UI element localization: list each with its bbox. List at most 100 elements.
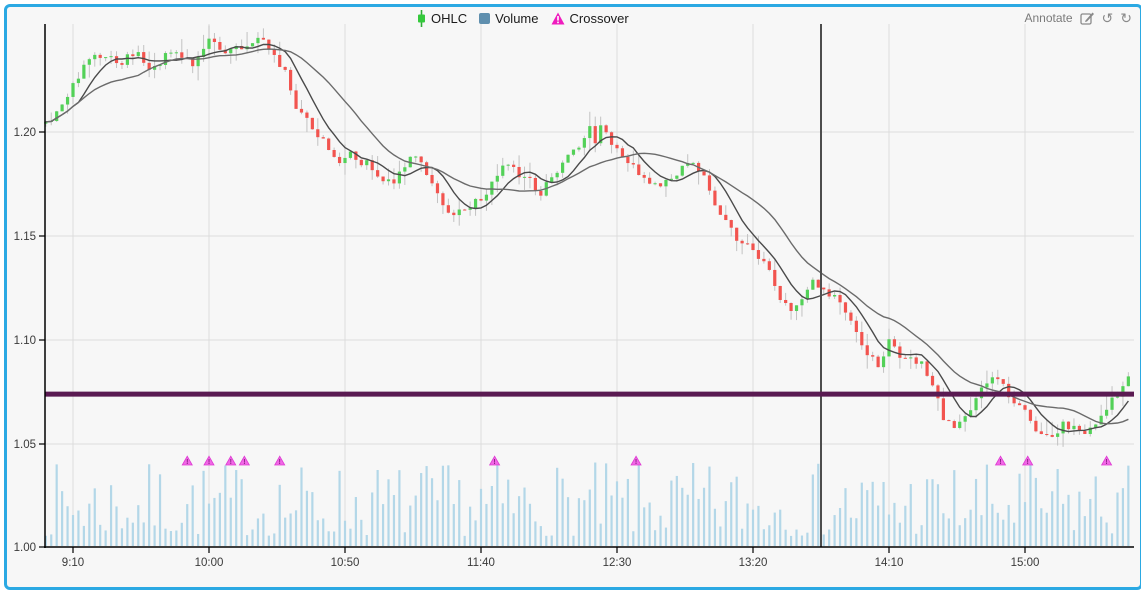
volume-bar — [404, 532, 406, 546]
candle-body — [920, 361, 923, 363]
volume-bar — [872, 482, 874, 546]
candle-body — [838, 295, 841, 302]
candle-body — [681, 166, 684, 176]
candle-body — [795, 305, 798, 311]
volume-bar — [235, 470, 237, 546]
crossover-marker-glyph: ! — [1105, 459, 1107, 466]
volume-bar — [578, 498, 580, 546]
crossover-marker-glyph: ! — [230, 459, 232, 466]
candle-body — [523, 177, 526, 178]
volume-bar — [643, 507, 645, 546]
x-axis-label: 9:10 — [62, 557, 84, 569]
volume-bar — [241, 479, 243, 546]
volume-bar — [959, 525, 961, 546]
candle-body — [615, 145, 618, 148]
candle-body — [849, 313, 852, 321]
candle-body — [349, 152, 352, 158]
volume-bar — [926, 479, 928, 546]
candle-body — [1040, 431, 1043, 434]
candle-body — [1067, 422, 1070, 430]
candle-body — [311, 118, 314, 129]
annotate-label: Annotate — [1024, 11, 1072, 25]
volume-bar — [360, 520, 362, 546]
candle-body — [88, 59, 91, 65]
crossover-marker-glyph: ! — [493, 459, 495, 466]
volume-bar — [589, 490, 591, 546]
warning-triangle-icon — [551, 12, 565, 25]
candle-body — [566, 155, 569, 163]
volume-bar — [1046, 513, 1048, 546]
volume-bar — [502, 503, 504, 546]
candle-body — [142, 52, 145, 63]
volume-bar — [1018, 474, 1020, 546]
volume-bar — [806, 533, 808, 546]
volume-bar — [1106, 523, 1108, 546]
volume-bar — [964, 518, 966, 546]
candle-body — [316, 129, 319, 137]
volume-bar — [882, 482, 884, 546]
volume-bar — [328, 531, 330, 546]
volume-bar — [409, 506, 411, 546]
volume-bar — [322, 518, 324, 546]
candle-body — [822, 288, 825, 290]
volume-bar — [632, 531, 634, 546]
candle-body — [539, 191, 542, 196]
volume-bar — [295, 510, 297, 546]
volume-bar — [986, 465, 988, 546]
crossover-marker-glyph: ! — [186, 459, 188, 466]
legend-item-crossover[interactable]: Crossover — [551, 11, 629, 26]
candle-body — [659, 183, 662, 186]
volume-bar — [801, 536, 803, 546]
candle-body — [1072, 426, 1075, 429]
volume-bar — [110, 485, 112, 546]
volume-bar — [306, 491, 308, 546]
volume-bar — [355, 497, 357, 546]
candle-body — [534, 178, 537, 191]
volume-bar — [1029, 463, 1031, 546]
candle-body — [789, 303, 792, 311]
undo-icon[interactable]: ↺ — [1102, 11, 1114, 25]
volume-bar — [736, 477, 738, 546]
volume-bar — [714, 509, 716, 546]
legend-label-volume: Volume — [495, 11, 538, 26]
volume-bar — [719, 526, 721, 546]
volume-bar — [197, 534, 199, 546]
candle-body — [860, 332, 863, 345]
candle-body — [104, 57, 107, 58]
candle-body — [942, 398, 945, 420]
edit-pencil-icon[interactable] — [1080, 11, 1095, 25]
candle-body — [425, 162, 428, 175]
volume-bar — [436, 500, 438, 546]
volume-bar — [828, 530, 830, 546]
redo-icon[interactable]: ↻ — [1120, 11, 1132, 25]
candle-body — [583, 138, 586, 148]
legend-item-ohlc[interactable]: OHLC — [417, 10, 467, 27]
legend-item-volume[interactable]: Volume — [479, 11, 538, 26]
candle-body — [458, 210, 461, 216]
candle-body — [974, 398, 977, 410]
volume-bar — [377, 470, 379, 546]
candle-body — [333, 150, 336, 157]
volume-bar — [980, 515, 982, 546]
volume-bar — [698, 499, 700, 546]
candle-body — [882, 356, 885, 367]
volume-bar — [387, 479, 389, 546]
x-axis-label: 14:10 — [875, 557, 904, 569]
volume-bar — [834, 515, 836, 546]
y-axis-label: 1.10 — [14, 335, 36, 347]
candle-body — [490, 182, 493, 195]
price-chart[interactable]: !!!!!!!!!!1.201.151.101.051.009:1010:001… — [7, 7, 1134, 581]
volume-bar — [458, 480, 460, 546]
candle-body — [985, 383, 988, 387]
volume-bar — [692, 463, 694, 546]
candle-body — [338, 157, 341, 163]
volume-bar — [1024, 502, 1026, 546]
candle-body — [1018, 403, 1021, 405]
candle-body — [82, 65, 85, 79]
candle-body — [420, 157, 423, 163]
volume-bar — [545, 536, 547, 546]
candle-body — [664, 180, 667, 186]
volume-bar — [192, 485, 194, 546]
volume-bar — [382, 504, 384, 546]
candle-body — [452, 213, 455, 215]
